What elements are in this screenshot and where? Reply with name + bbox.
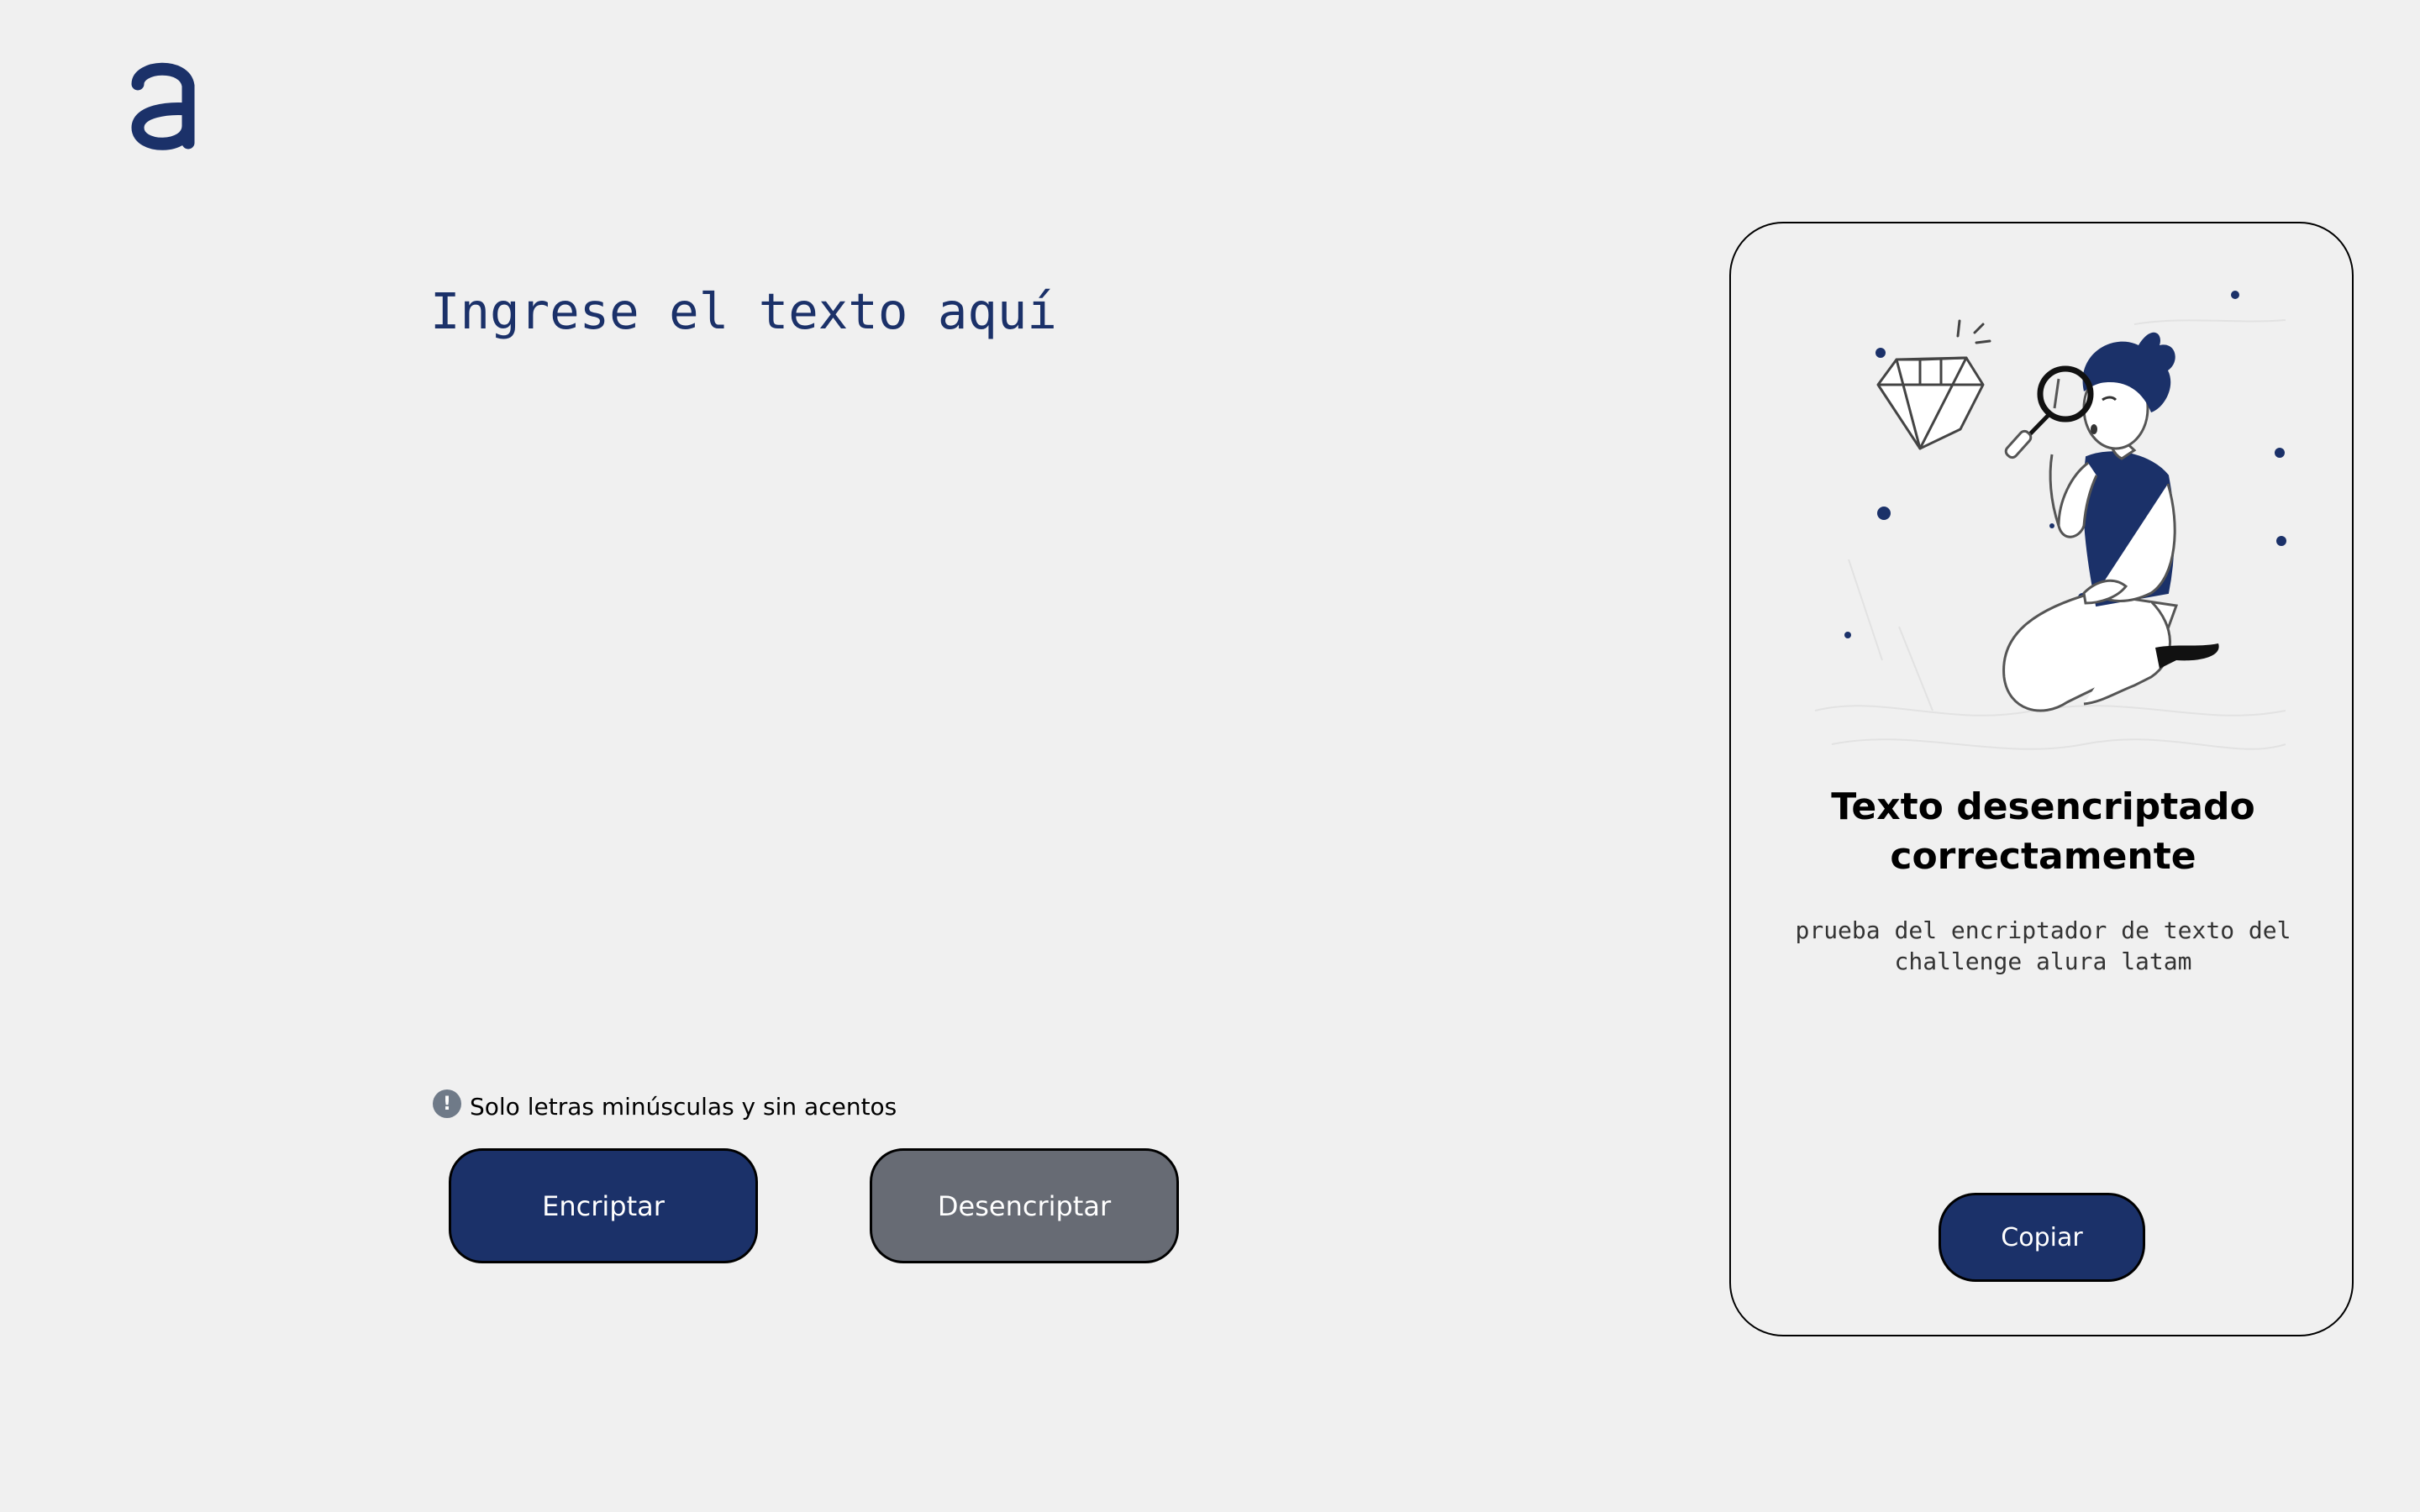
decrypt-button[interactable]: Desencriptar	[870, 1148, 1179, 1263]
text-input[interactable]	[430, 277, 1607, 1033]
input-hint: ! Solo letras minúsculas y sin acentos	[433, 1085, 897, 1127]
encrypt-button[interactable]: Encriptar	[449, 1148, 758, 1263]
copy-button[interactable]: Copiar	[1939, 1193, 2145, 1282]
result-panel: Texto desencriptado correctamente prueba…	[1729, 222, 2354, 1336]
result-message: prueba del encriptador de texto del chal…	[1795, 916, 2291, 975]
alura-logo-icon	[126, 59, 202, 160]
logo-graphic	[131, 62, 195, 150]
hint-text: Solo letras minúsculas y sin acentos	[470, 1092, 897, 1121]
result-title: Texto desencriptado correctamente	[1831, 785, 2255, 878]
exclamation-circle-icon: !	[433, 1089, 461, 1118]
